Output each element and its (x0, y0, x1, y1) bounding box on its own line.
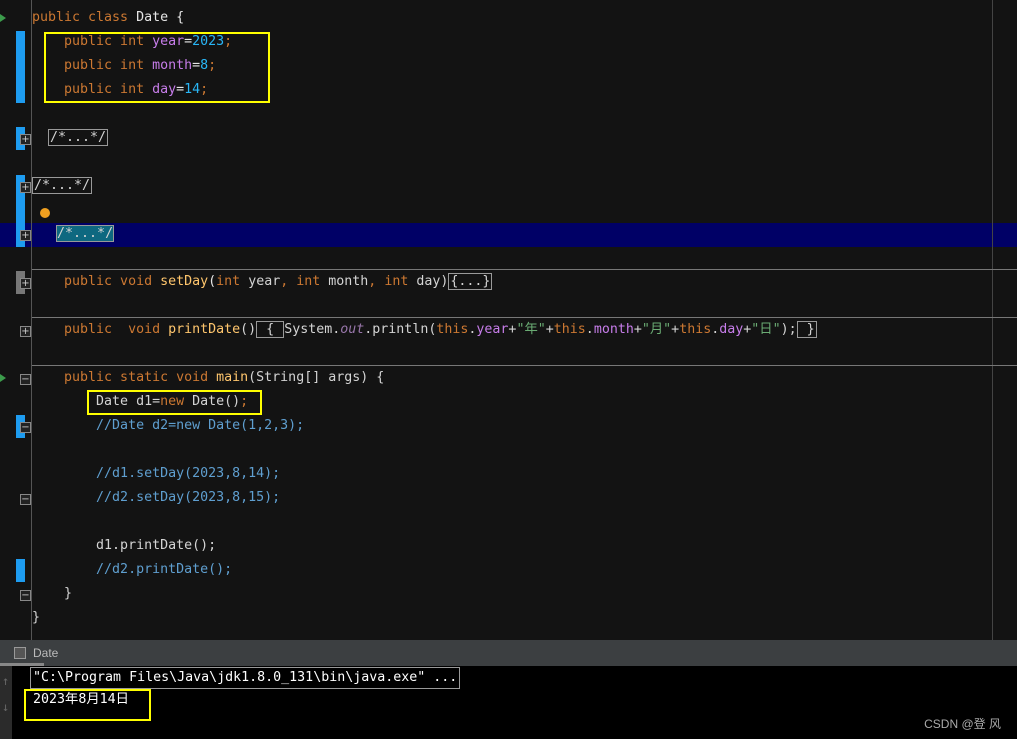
folded-code-block[interactable]: {...} (448, 273, 493, 290)
change-marker (16, 559, 25, 582)
code-line: public static void main(String[] args) { (32, 366, 384, 390)
code-token: () (240, 322, 257, 337)
code-token: ); (780, 322, 797, 337)
code-token: month (593, 322, 634, 337)
code-token: , (368, 274, 385, 289)
code-line: //d2.setDay(2023,8,15); (32, 486, 280, 510)
code-token: year (476, 322, 509, 337)
tab-date[interactable]: Date (0, 640, 58, 666)
collapse-fold-icon[interactable]: − (20, 374, 31, 385)
expand-fold-icon[interactable]: + (20, 326, 31, 337)
code-token: //Date d2=new Date(1,2,3); (32, 418, 305, 433)
highlight-box-new-date (87, 390, 262, 415)
code-token: this (679, 322, 712, 337)
code-token: d1.printDate(); (32, 538, 217, 553)
code-token: //d1.setDay(2023,8,14); (32, 466, 281, 481)
code-token: int (216, 274, 249, 289)
run-console-panel: Date ↑ ↓ "C:\Program Files\Java\jdk1.8.0… (0, 640, 1017, 739)
code-token: day (416, 274, 441, 289)
code-token: ( (208, 274, 217, 289)
code-token: month (328, 274, 369, 289)
code-line: public class Date { (32, 6, 184, 30)
code-token: //d2.printDate(); (32, 562, 233, 577)
folded-code-block[interactable]: /*...*/ (56, 225, 115, 242)
console-toolbar: ↑ ↓ (0, 666, 12, 739)
run-main-icon[interactable] (0, 374, 6, 382)
code-line: //Date d2=new Date(1,2,3); (32, 414, 304, 438)
code-token: int (296, 274, 329, 289)
code-line: } (32, 606, 40, 630)
code-token: } (32, 610, 41, 625)
lightbulb-icon[interactable] (40, 208, 50, 218)
code-token: main (216, 370, 249, 385)
code-token: . (585, 322, 594, 337)
folded-code-block[interactable]: /*...*/ (32, 177, 93, 194)
collapse-fold-icon[interactable]: − (20, 590, 31, 601)
code-line: d1.printDate(); (32, 534, 216, 558)
code-token: + (633, 322, 642, 337)
code-token: day (719, 322, 744, 337)
folded-code-block[interactable]: { (256, 321, 285, 338)
code-token: out (340, 322, 365, 337)
console-tab-bar: Date (0, 640, 1017, 666)
folded-code-block[interactable]: } (796, 321, 817, 338)
code-token: System. (284, 322, 341, 337)
scroll-down-icon[interactable]: ↓ (2, 700, 9, 714)
right-margin-guide (992, 0, 993, 640)
code-token: this (553, 322, 586, 337)
code-line: //d2.printDate(); (32, 558, 232, 582)
code-line: public void setDay(int year, int month, … (32, 270, 493, 294)
code-token: + (671, 322, 680, 337)
code-line: /*...*/ (32, 222, 115, 246)
code-token: public class (32, 10, 137, 25)
code-token: "日" (751, 322, 781, 337)
code-token: "年" (516, 322, 546, 337)
code-token: .println( (364, 322, 437, 337)
expand-fold-icon[interactable]: + (20, 278, 31, 289)
highlight-box-fields (44, 32, 270, 103)
current-line-highlight (0, 223, 1017, 247)
scroll-up-icon[interactable]: ↑ (2, 674, 9, 688)
console-command[interactable]: "C:\Program Files\Java\jdk1.8.0_131\bin\… (30, 667, 461, 689)
code-token: public static void (32, 370, 217, 385)
code-token: public void (32, 322, 169, 337)
watermark: CSDN @登 风 (924, 717, 1001, 731)
code-token: Date { (136, 10, 185, 25)
code-token: int (384, 274, 417, 289)
run-class-icon[interactable] (0, 14, 6, 22)
expand-fold-icon[interactable]: + (20, 230, 31, 241)
code-token: printDate (168, 322, 241, 337)
code-token: year (248, 274, 281, 289)
code-token: this (436, 322, 469, 337)
highlight-box-output (24, 689, 151, 721)
collapse-fold-icon[interactable]: − (20, 494, 31, 505)
expand-fold-icon[interactable]: + (20, 182, 31, 193)
collapse-fold-icon[interactable]: − (20, 422, 31, 433)
code-editor[interactable]: + + + + + − − − − public class Date { pu… (0, 0, 1017, 640)
code-line: } (32, 582, 72, 606)
code-token: "月" (641, 322, 672, 337)
code-token: (String[] args) { (248, 370, 385, 385)
code-token: , (280, 274, 297, 289)
code-line: /*...*/ (32, 126, 109, 150)
code-line: /*...*/ (32, 174, 93, 198)
expand-fold-icon[interactable]: + (20, 134, 31, 145)
code-token: } (32, 586, 73, 601)
tab-label: Date (33, 646, 59, 660)
code-token: setDay (160, 274, 209, 289)
code-token: + (545, 322, 554, 337)
change-marker (16, 31, 25, 103)
code-token: public void (32, 274, 161, 289)
console-icon (14, 647, 26, 659)
code-line: //d1.setDay(2023,8,14); (32, 462, 280, 486)
folded-code-block[interactable]: /*...*/ (48, 129, 109, 146)
code-token: //d2.setDay(2023,8,15); (32, 490, 281, 505)
code-line: public void printDate() { System.out.pri… (32, 318, 817, 342)
